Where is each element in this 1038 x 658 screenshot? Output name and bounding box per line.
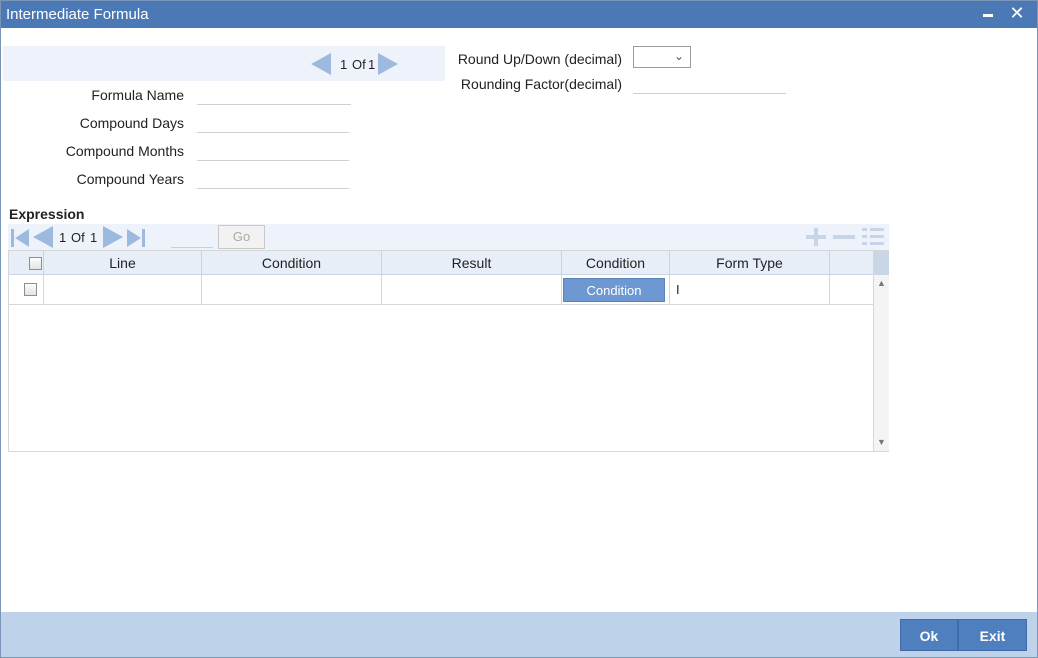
form-type-cell[interactable]: I bbox=[670, 275, 830, 305]
column-header-line: Line bbox=[44, 251, 202, 275]
compound-days-label: Compound Days bbox=[79, 115, 184, 131]
column-header-condition: Condition bbox=[202, 251, 382, 275]
compound-months-field[interactable] bbox=[197, 141, 349, 161]
formula-name-field[interactable] bbox=[197, 85, 351, 105]
ok-button[interactable]: Ok bbox=[900, 619, 958, 651]
page-number-input[interactable] bbox=[171, 230, 213, 248]
page-current: 1 bbox=[59, 230, 67, 245]
first-page-icon[interactable] bbox=[10, 228, 30, 248]
window-title: Intermediate Formula bbox=[6, 6, 149, 23]
delete-row-icon[interactable] bbox=[832, 227, 856, 247]
result-cell[interactable] bbox=[382, 275, 562, 305]
title-bar: Intermediate Formula ✕ bbox=[1, 1, 1037, 28]
rounding-factor-label: Rounding Factor(decimal) bbox=[460, 76, 622, 92]
previous-record-icon[interactable] bbox=[311, 53, 331, 75]
row-select-cell bbox=[9, 275, 44, 305]
minimize-icon bbox=[983, 14, 993, 17]
expression-toolbar: 1 Of 1 Go bbox=[8, 224, 889, 250]
scrollbar-header-cap bbox=[874, 251, 889, 275]
close-icon: ✕ bbox=[1009, 3, 1025, 23]
expression-grid: Line Condition Result Condition Form Typ… bbox=[8, 250, 889, 452]
column-header-condition-button: Condition bbox=[562, 251, 670, 275]
next-page-icon[interactable] bbox=[103, 226, 123, 248]
expression-section-title: Expression bbox=[9, 206, 85, 222]
condition-cell[interactable] bbox=[202, 275, 382, 305]
compound-months-label: Compound Months bbox=[65, 143, 184, 159]
scroll-up-icon[interactable]: ▲ bbox=[877, 278, 886, 288]
round-updown-select[interactable]: ⌄ bbox=[633, 46, 691, 68]
next-record-icon[interactable] bbox=[378, 53, 398, 75]
go-button[interactable]: Go bbox=[218, 225, 265, 249]
row-select-checkbox[interactable] bbox=[24, 283, 37, 296]
compound-years-field[interactable] bbox=[197, 169, 349, 189]
footer-bar: Ok Exit bbox=[1, 612, 1037, 657]
column-header-result: Result bbox=[382, 251, 562, 275]
record-current: 1 bbox=[340, 57, 348, 72]
grid-vertical-scrollbar[interactable]: ▲ ▼ bbox=[873, 251, 889, 451]
exit-button[interactable]: Exit bbox=[958, 619, 1027, 651]
add-row-icon[interactable] bbox=[804, 227, 828, 247]
record-pager: 1 Of 1 bbox=[3, 46, 445, 81]
scroll-down-icon[interactable]: ▼ bbox=[877, 437, 886, 447]
intermediate-formula-window: Intermediate Formula ✕ 1 Of 1 Formula Na… bbox=[0, 0, 1038, 658]
select-all-checkbox[interactable] bbox=[29, 257, 42, 270]
minimize-button[interactable] bbox=[977, 2, 999, 26]
last-page-icon[interactable] bbox=[126, 228, 146, 248]
line-cell[interactable] bbox=[44, 275, 202, 305]
chevron-down-icon: ⌄ bbox=[673, 49, 684, 63]
formula-name-label: Formula Name bbox=[91, 87, 184, 103]
header-select-all-cell bbox=[9, 251, 44, 275]
compound-days-field[interactable] bbox=[197, 113, 349, 133]
condition-button[interactable]: Condition bbox=[563, 278, 665, 302]
compound-years-label: Compound Years bbox=[76, 171, 184, 187]
rounding-factor-field[interactable] bbox=[633, 74, 786, 94]
round-updown-label: Round Up/Down (decimal) bbox=[457, 51, 622, 67]
previous-page-icon[interactable] bbox=[33, 226, 53, 248]
table-row: Condition I bbox=[9, 275, 873, 305]
record-total: 1 bbox=[368, 57, 376, 72]
grid-header: Line Condition Result Condition Form Typ… bbox=[9, 251, 873, 275]
page-of-label: Of bbox=[71, 230, 85, 245]
record-of-label: Of bbox=[352, 57, 366, 72]
column-header-form-type: Form Type bbox=[670, 251, 830, 275]
single-record-view-icon[interactable] bbox=[861, 227, 885, 247]
close-button[interactable]: ✕ bbox=[1006, 2, 1028, 26]
page-total: 1 bbox=[90, 230, 98, 245]
